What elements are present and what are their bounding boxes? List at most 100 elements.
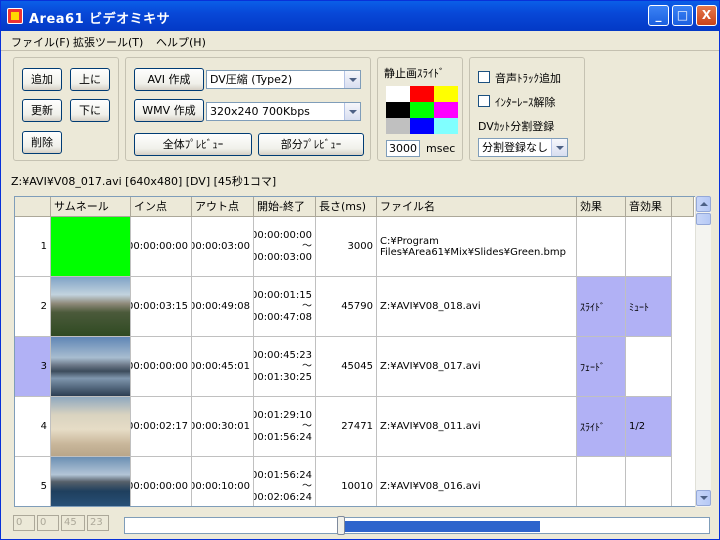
color-swatch-white[interactable] xyxy=(386,86,410,102)
effect-cell[interactable]: ｽﾗｲﾄﾞ xyxy=(577,397,626,457)
table-vertical-scrollbar[interactable] xyxy=(695,196,711,507)
still-image-label: 静止画ｽﾗｲﾄﾞ xyxy=(384,67,445,80)
color-swatch-black[interactable] xyxy=(386,102,410,118)
update-button[interactable]: 更新 xyxy=(22,99,62,122)
full-preview-button[interactable]: 全体ﾌﾟﾚﾋﾞｭｰ xyxy=(134,133,252,156)
color-swatch-blue[interactable] xyxy=(410,118,434,134)
column-header-in-point[interactable]: イン点 xyxy=(131,197,192,217)
out-point-cell[interactable]: 00:00:49:08 xyxy=(192,277,254,337)
move-down-button[interactable]: 下に xyxy=(70,99,110,122)
title-bar[interactable]: Area61 ビデオミキサ _ □ X xyxy=(1,1,719,31)
move-up-button[interactable]: 上に xyxy=(70,68,110,91)
start-end-cell[interactable]: 00:00:01:15 ～ 00:00:47:08 xyxy=(254,277,316,337)
clip-thumbnail[interactable] xyxy=(51,397,131,457)
start-end-cell[interactable]: 00:01:56:24 ～ 00:02:06:24 xyxy=(254,457,316,506)
filename-cell[interactable]: C:¥Program Files¥Area61¥Mix¥Slides¥Green.… xyxy=(377,217,577,277)
color-swatch-gray[interactable] xyxy=(386,118,410,134)
row-number[interactable]: 3 xyxy=(15,337,51,397)
column-header-filename[interactable]: ファイル名 xyxy=(377,197,577,217)
filename-cell[interactable]: Z:¥AVI¥V08_011.avi xyxy=(377,397,577,457)
out-point-cell[interactable]: 00:00:30:01 xyxy=(192,397,254,457)
in-point-cell[interactable]: 00:00:00:00 xyxy=(131,457,192,506)
row-number[interactable]: 5 xyxy=(15,457,51,506)
length-cell[interactable]: 10010 xyxy=(316,457,377,506)
column-header-row-number[interactable] xyxy=(15,197,51,217)
in-point-cell[interactable]: 00:00:02:17 xyxy=(131,397,192,457)
chevron-down-icon[interactable] xyxy=(344,103,360,120)
row-number[interactable]: 4 xyxy=(15,397,51,457)
out-point-cell[interactable]: 00:00:10:00 xyxy=(192,457,254,506)
clip-thumbnail[interactable] xyxy=(51,277,131,337)
menu-help[interactable]: ヘルプ(H) xyxy=(156,34,206,50)
dv-split-select[interactable]: 分割登録なし xyxy=(478,138,568,157)
deinterlace-checkbox[interactable] xyxy=(478,95,490,107)
still-duration-input[interactable]: 3000 xyxy=(386,140,420,157)
maximize-button[interactable]: □ xyxy=(672,5,693,26)
length-cell[interactable]: 27471 xyxy=(316,397,377,457)
out-point-cell[interactable]: 00:00:45:01 xyxy=(192,337,254,397)
effect-cell[interactable] xyxy=(577,457,626,506)
chevron-down-icon[interactable] xyxy=(344,71,360,88)
in-point-cell[interactable]: 00:00:03:15 xyxy=(131,277,192,337)
delete-button[interactable]: 削除 xyxy=(22,131,62,154)
partial-preview-button[interactable]: 部分ﾌﾟﾚﾋﾞｭｰ xyxy=(258,133,364,156)
in-point-cell[interactable]: 00:00:00:00 xyxy=(131,337,192,397)
scroll-down-icon[interactable] xyxy=(696,490,711,506)
out-point-cell[interactable]: 00:00:03:00 xyxy=(192,217,254,277)
playback-slider[interactable] xyxy=(124,516,710,535)
column-header-start-end[interactable]: 開始-終了 xyxy=(254,197,316,217)
wmv-create-button[interactable]: WMV 作成 xyxy=(134,99,204,122)
color-swatch-magenta[interactable] xyxy=(434,102,458,118)
column-header-length[interactable]: 長さ(ms) xyxy=(316,197,377,217)
start-end-cell[interactable]: 00:01:29:10 ～ 00:01:56:24 xyxy=(254,397,316,457)
minimize-button[interactable]: _ xyxy=(648,5,669,26)
filename-cell[interactable]: Z:¥AVI¥V08_018.avi xyxy=(377,277,577,337)
row-number[interactable]: 2 xyxy=(15,277,51,337)
add-audio-track-checkbox[interactable] xyxy=(478,71,490,83)
clip-table[interactable]: サムネール イン点 アウト点 開始-終了 長さ(ms) ファイル名 効果 音効果 1 00:00:… xyxy=(14,196,710,507)
sound-effect-cell[interactable]: 1/2 xyxy=(626,397,672,457)
menu-file[interactable]: ファイル(F) xyxy=(11,34,70,50)
sound-effect-cell[interactable] xyxy=(626,217,672,277)
color-swatch-cyan[interactable] xyxy=(434,118,458,134)
start-time: 00:01:29:10 xyxy=(254,410,312,421)
filename-cell[interactable]: Z:¥AVI¥V08_016.avi xyxy=(377,457,577,506)
clip-thumbnail[interactable] xyxy=(51,337,131,397)
row-number[interactable]: 1 xyxy=(15,217,51,277)
length-cell[interactable]: 45790 xyxy=(316,277,377,337)
clip-thumbnail[interactable] xyxy=(51,457,131,506)
chevron-down-icon[interactable] xyxy=(551,139,567,156)
scroll-up-icon[interactable] xyxy=(696,196,711,212)
range-separator: ～ xyxy=(302,361,312,372)
add-button[interactable]: 追加 xyxy=(22,68,62,91)
sound-effect-cell[interactable] xyxy=(626,457,672,506)
start-end-cell[interactable]: 00:00:45:23 ～ 00:01:30:25 xyxy=(254,337,316,397)
start-end-cell[interactable]: 00:00:00:00 ～ 00:00:03:00 xyxy=(254,217,316,277)
in-point-cell[interactable]: 00:00:00:00 xyxy=(131,217,192,277)
color-swatch-green[interactable] xyxy=(410,102,434,118)
column-header-effect[interactable]: 効果 xyxy=(577,197,626,217)
column-header-out-point[interactable]: アウト点 xyxy=(192,197,254,217)
length-cell[interactable]: 45045 xyxy=(316,337,377,397)
clip-thumbnail[interactable] xyxy=(51,217,131,277)
wmv-profile-value: 320x240 700Kbps xyxy=(210,105,310,118)
dv-cut-label: DVｶｯﾄ分割登録 xyxy=(478,120,555,133)
avi-codec-select[interactable]: DV圧縮 (Type2) xyxy=(206,70,361,89)
scroll-thumb[interactable] xyxy=(696,213,711,225)
color-swatch-yellow[interactable] xyxy=(434,86,458,102)
avi-create-button[interactable]: AVI 作成 xyxy=(134,68,204,91)
effect-cell[interactable]: ﾌｪｰﾄﾞ xyxy=(577,337,626,397)
column-header-sound-effect[interactable]: 音効果 xyxy=(626,197,672,217)
playback-handle[interactable] xyxy=(337,516,346,535)
effect-cell[interactable] xyxy=(577,217,626,277)
length-cell[interactable]: 3000 xyxy=(316,217,377,277)
sound-effect-cell[interactable]: ﾐｭｰﾄ xyxy=(626,277,672,337)
menu-extensions[interactable]: 拡張ツール(T) xyxy=(73,34,143,50)
wmv-profile-select[interactable]: 320x240 700Kbps xyxy=(206,102,361,121)
effect-cell[interactable]: ｽﾗｲﾄﾞ xyxy=(577,277,626,337)
filename-cell[interactable]: Z:¥AVI¥V08_017.avi xyxy=(377,337,577,397)
sound-effect-cell[interactable] xyxy=(626,337,672,397)
column-header-thumbnail[interactable]: サムネール xyxy=(51,197,131,217)
color-swatch-red[interactable] xyxy=(410,86,434,102)
close-button[interactable]: X xyxy=(696,5,717,26)
